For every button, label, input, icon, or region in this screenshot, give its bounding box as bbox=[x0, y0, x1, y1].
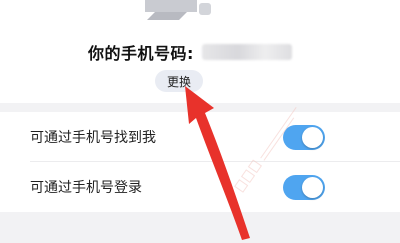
phone-number-section: 你的手机号码: 更换 bbox=[0, 0, 400, 103]
setting-row-find-by-phone: 可通过手机号找到我 bbox=[0, 112, 400, 162]
phone-number-label: 你的手机号码: bbox=[88, 44, 194, 63]
setting-label-find-by-phone: 可通过手机号找到我 bbox=[30, 130, 156, 146]
toggle-knob bbox=[302, 177, 323, 198]
login-by-phone-toggle[interactable] bbox=[283, 175, 325, 200]
masked-phone-number bbox=[201, 44, 292, 60]
section-gap bbox=[0, 103, 400, 112]
phone-settings-list: 可通过手机号找到我 可通过手机号登录 bbox=[0, 112, 400, 212]
setting-row-login-by-phone: 可通过手机号登录 bbox=[0, 162, 400, 212]
phone-illustration-icon bbox=[145, 0, 211, 20]
bottom-blank-area bbox=[0, 212, 400, 243]
toggle-knob bbox=[302, 127, 323, 148]
change-phone-button[interactable]: 更换 bbox=[155, 70, 203, 92]
phone-settings-screen: 你的手机号码: 更换 可通过手机号找到我 可通过手机号登录 bbox=[0, 0, 400, 243]
setting-label-login-by-phone: 可通过手机号登录 bbox=[30, 180, 142, 196]
phone-number-row: 你的手机号码: bbox=[88, 40, 292, 64]
find-by-phone-toggle[interactable] bbox=[283, 125, 325, 150]
